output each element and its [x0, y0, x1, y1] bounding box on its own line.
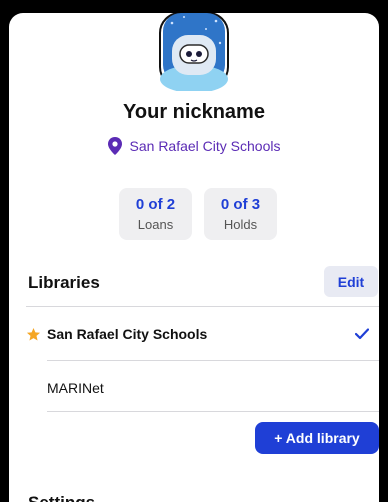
profile-nickname[interactable]: Your nickname [9, 101, 379, 124]
library-item-name: MARINet [47, 380, 104, 396]
divider [47, 360, 379, 361]
star-icon [26, 327, 41, 340]
libraries-heading: Libraries [28, 273, 100, 292]
library-item-name: San Rafael City Schools [47, 326, 208, 342]
home-library-label: San Rafael City Schools [129, 138, 281, 154]
edit-libraries-button[interactable]: Edit [324, 266, 378, 297]
library-item[interactable]: MARINet [9, 362, 379, 414]
divider [26, 306, 379, 307]
holds-stat[interactable]: 0 of 3 Holds [204, 188, 277, 240]
divider [47, 411, 379, 412]
loans-value: 0 of 2 [135, 196, 176, 213]
loans-stat[interactable]: 0 of 2 Loans [119, 188, 192, 240]
loans-label: Loans [137, 217, 174, 232]
location-pin-icon [107, 137, 122, 155]
settings-heading: Settings [28, 493, 95, 502]
holds-label: Holds [223, 217, 258, 232]
checkmark-icon [355, 328, 369, 340]
profile-screen: Your nickname San Rafael City Schools 0 … [9, 13, 379, 502]
holds-value: 0 of 3 [220, 196, 261, 213]
home-library[interactable]: San Rafael City Schools [9, 137, 379, 155]
add-library-button[interactable]: + Add library [255, 422, 379, 454]
avatar-icon[interactable] [158, 13, 230, 91]
library-item[interactable]: San Rafael City Schools [9, 308, 379, 360]
